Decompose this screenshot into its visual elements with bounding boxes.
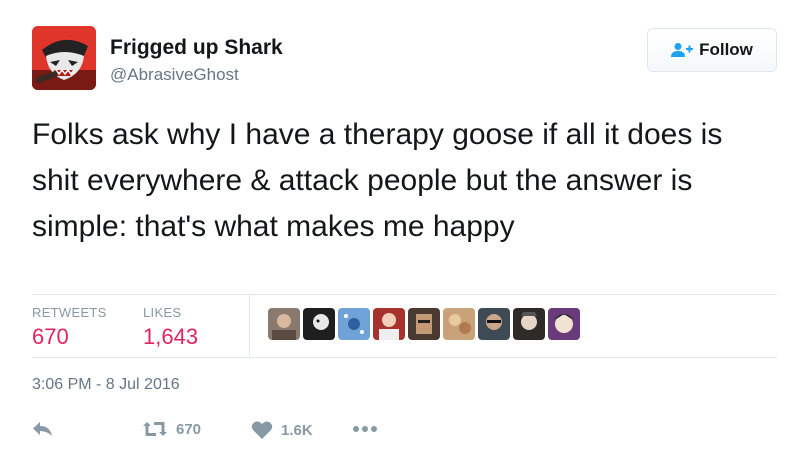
follow-button[interactable]: Follow <box>647 28 777 72</box>
retweet-count: 670 <box>176 420 202 438</box>
stats-divider <box>249 294 250 356</box>
liker-avatar-5-icon <box>416 314 432 334</box>
reply-button[interactable] <box>32 420 54 438</box>
liker-avatar-8-icon <box>521 312 537 330</box>
divider <box>32 294 777 295</box>
retweets-label[interactable]: RETWEETS <box>32 305 107 320</box>
more-button[interactable] <box>352 420 378 438</box>
liker-avatar[interactable] <box>338 308 370 340</box>
heart-icon <box>251 421 273 439</box>
liker-avatar[interactable] <box>478 308 510 340</box>
tweet-text: Folks ask why I have a therapy goose if … <box>32 118 723 243</box>
liker-avatar-2-icon <box>313 314 329 330</box>
liker-avatar-7-icon <box>486 314 502 330</box>
add-user-icon <box>671 43 694 57</box>
liker-avatar-3-icon <box>344 314 364 334</box>
likes-label[interactable]: LIKES <box>143 305 181 320</box>
liker-avatar-9-icon <box>554 314 574 333</box>
liker-avatar[interactable] <box>373 308 405 340</box>
retweet-icon <box>143 422 167 436</box>
liker-avatar[interactable] <box>548 308 580 340</box>
retweets-count[interactable]: 670 <box>32 324 69 350</box>
like-count: 1.6K <box>281 421 313 439</box>
tweet-timestamp[interactable]: 3:06 PM - 8 Jul 2016 <box>32 376 180 394</box>
retweet-button[interactable]: 670 <box>142 420 201 438</box>
like-button[interactable]: 1.6K <box>251 420 313 440</box>
likers-avatars <box>268 308 580 340</box>
divider <box>32 357 777 358</box>
liker-avatar[interactable] <box>513 308 545 340</box>
avatar[interactable] <box>32 26 96 90</box>
user-handle[interactable]: @AbrasiveGhost <box>110 65 239 85</box>
likes-count[interactable]: 1,643 <box>143 324 198 350</box>
liker-avatar-4-icon <box>379 313 399 340</box>
liker-avatar-1-icon <box>272 314 296 340</box>
more-icon <box>353 426 377 432</box>
liker-avatar[interactable] <box>443 308 475 340</box>
liker-avatar[interactable] <box>303 308 335 340</box>
liker-avatar[interactable] <box>408 308 440 340</box>
shark-avatar-icon <box>32 26 96 90</box>
follow-button-label: Follow <box>699 40 753 59</box>
liker-avatar[interactable] <box>268 308 300 340</box>
liker-avatar-6-icon <box>449 314 471 334</box>
reply-icon <box>33 422 52 436</box>
display-name[interactable]: Frigged up Shark <box>110 36 283 60</box>
